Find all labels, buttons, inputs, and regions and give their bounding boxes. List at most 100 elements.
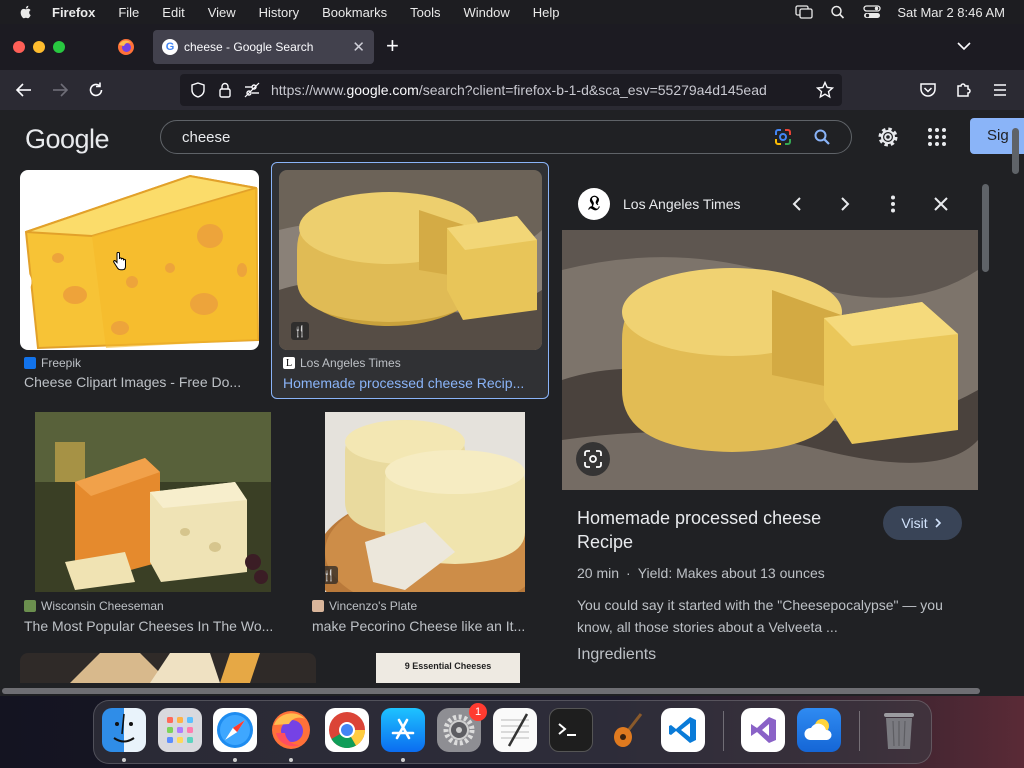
bookmark-star-icon[interactable] (816, 81, 834, 99)
la-times-logo-icon[interactable]: 𝔏 (578, 188, 610, 220)
image-result-freepik[interactable]: Freepik Cheese Clipart Images - Free Do.… (20, 170, 260, 396)
image-result-la-times-selected[interactable]: 🍴 L Los Angeles Times Homemade processed … (271, 162, 549, 399)
menubar-clock[interactable]: Sat Mar 2 8:46 AM (897, 5, 1005, 20)
result-title[interactable]: Homemade processed cheese Recip... (283, 375, 539, 391)
preview-panel-header: 𝔏 Los Angeles Times (562, 178, 978, 230)
back-arrow-icon[interactable] (14, 80, 34, 100)
system-settings-icon[interactable]: 1 (437, 703, 487, 752)
tab-google-search[interactable]: G cheese - Google Search ✕ (153, 30, 374, 64)
more-options-icon[interactable] (883, 194, 903, 214)
garageband-icon[interactable] (605, 708, 649, 752)
screen-mirroring-icon[interactable] (795, 5, 813, 19)
result-image-popular-cheeses[interactable] (35, 412, 271, 592)
apple-icon[interactable] (18, 4, 34, 20)
result-source[interactable]: Vincenzo's Plate (312, 599, 417, 613)
result-title[interactable]: Cheese Clipart Images - Free Do... (24, 374, 256, 390)
permissions-icon[interactable] (243, 81, 261, 99)
google-favicon-icon: G (162, 39, 178, 55)
close-panel-icon[interactable] (931, 194, 951, 214)
panel-scrollbar[interactable] (982, 184, 989, 272)
horizontal-scrollbar[interactable] (0, 686, 1012, 696)
tab-close-icon[interactable]: ✕ (352, 38, 365, 56)
textedit-icon[interactable] (493, 708, 537, 752)
search-magnifier-icon[interactable] (813, 128, 831, 146)
result-source[interactable]: Freepik (24, 356, 81, 370)
image-result-wisconsin-cheeseman[interactable]: Wisconsin Cheeseman The Most Popular Che… (20, 410, 290, 640)
safari-compass-icon (217, 712, 253, 748)
tab-title: cheese - Google Search (184, 40, 314, 54)
forward-arrow-icon[interactable] (50, 80, 70, 100)
visit-button[interactable]: Visit (883, 506, 962, 540)
result-source[interactable]: L Los Angeles Times (283, 356, 401, 370)
image-result-partial-essential-cheeses[interactable]: 9 Essential Cheeses (376, 653, 520, 683)
result-title[interactable]: make Pecorino Cheese like an It... (312, 618, 538, 634)
settings-gear-icon[interactable] (876, 125, 900, 149)
window-zoom-button[interactable] (53, 41, 65, 53)
google-apps-grid-icon[interactable] (927, 127, 947, 147)
page-scrollbar[interactable] (1012, 128, 1019, 174)
preview-source-name[interactable]: Los Angeles Times (623, 196, 741, 212)
next-result-chevron-icon[interactable] (835, 194, 855, 214)
menu-window[interactable]: Window (464, 5, 510, 20)
menu-edit[interactable]: Edit (162, 5, 184, 20)
tracking-protection-shield-icon[interactable] (189, 81, 207, 99)
result-title[interactable]: The Most Popular Cheeses In The Wo... (24, 618, 288, 634)
menu-view[interactable]: View (208, 5, 236, 20)
visual-search-lens-button[interactable] (576, 442, 610, 476)
hamburger-menu-icon[interactable] (990, 80, 1010, 100)
menu-file[interactable]: File (118, 5, 139, 20)
result-source-name: Wisconsin Cheeseman (41, 599, 164, 613)
image-result-vincenzos-plate[interactable]: 🍴 Vincenzo's Plate make Pecorino Cheese … (308, 410, 548, 640)
visit-label: Visit (901, 515, 928, 531)
control-center-icon[interactable] (863, 5, 881, 19)
visit-chevron-icon (935, 518, 941, 528)
url-text[interactable]: https://www.google.com/search?client=fir… (271, 82, 792, 98)
list-all-tabs-chevron-icon[interactable] (956, 38, 972, 54)
firefox-dock-icon[interactable] (269, 708, 313, 752)
search-input[interactable]: cheese (182, 129, 773, 146)
safari-icon[interactable] (213, 708, 257, 752)
window-close-button[interactable] (13, 41, 25, 53)
horizontal-scrollbar-thumb[interactable] (2, 688, 980, 694)
app-store-icon[interactable] (381, 708, 425, 752)
menu-tools[interactable]: Tools (410, 5, 440, 20)
menu-history[interactable]: History (259, 5, 299, 20)
result-image-pecorino[interactable] (325, 412, 525, 592)
vscode-icon[interactable] (661, 708, 705, 752)
finder-face-icon (113, 713, 135, 743)
lock-icon[interactable] (216, 81, 234, 99)
reload-icon[interactable] (86, 80, 106, 100)
vscode-logo-icon (669, 717, 696, 743)
terminal-icon[interactable] (549, 708, 593, 752)
image-result-partial-cheese-board[interactable] (20, 653, 316, 683)
visual-studio-icon[interactable] (741, 708, 785, 752)
new-tab-button[interactable]: + (386, 34, 399, 58)
google-logo[interactable]: Google (25, 124, 110, 155)
trash-icon[interactable] (877, 708, 921, 752)
result-source[interactable]: Wisconsin Cheeseman (24, 599, 164, 613)
menu-app-name[interactable]: Firefox (52, 5, 95, 20)
menu-bookmarks[interactable]: Bookmarks (322, 5, 387, 20)
launchpad-icon[interactable] (158, 708, 202, 752)
trash-can-icon (884, 713, 914, 749)
preview-title[interactable]: Homemade processed cheese Recipe (577, 506, 857, 554)
chrome-icon[interactable] (325, 708, 369, 752)
extensions-puzzle-icon[interactable] (954, 80, 974, 100)
search-box[interactable]: cheese (160, 120, 852, 154)
google-lens-icon[interactable] (773, 127, 793, 147)
result-source-name: Freepik (41, 356, 82, 370)
finder-icon[interactable] (102, 708, 146, 752)
result-image-clipart-cheese[interactable] (20, 170, 259, 350)
spotlight-search-icon[interactable] (829, 5, 847, 19)
preview-image[interactable] (562, 230, 978, 490)
window-minimize-button[interactable] (33, 41, 45, 53)
pecorino-cheese-photo (325, 412, 525, 592)
address-bar[interactable]: https://www.google.com/search?client=fir… (180, 74, 842, 106)
firefox-view-icon[interactable] (117, 38, 135, 56)
google-images-page: Google cheese Sig Freepik Cheese Clipart… (0, 110, 1024, 696)
result-image-processed-cheese[interactable]: 🍴 (279, 170, 542, 350)
previous-result-chevron-icon[interactable] (787, 194, 807, 214)
pocket-icon[interactable] (918, 80, 938, 100)
menu-help[interactable]: Help (533, 5, 560, 20)
weather-icon[interactable] (797, 708, 841, 752)
